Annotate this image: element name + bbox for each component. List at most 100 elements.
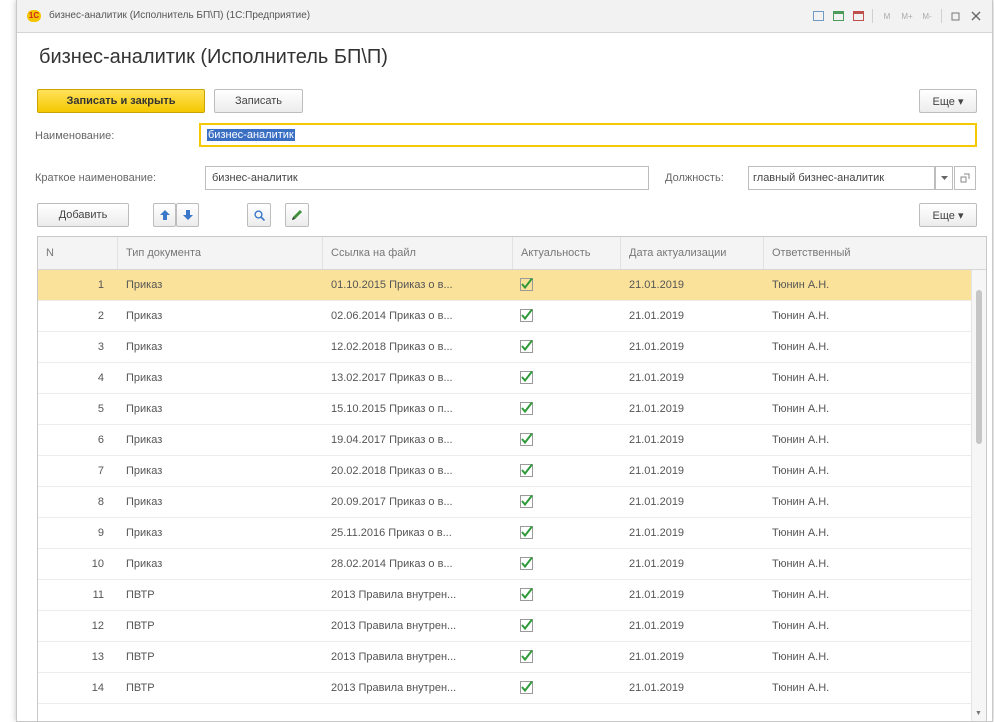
memory-m-icon[interactable]: M: [879, 9, 895, 23]
cell-date[interactable]: 21.01.2019: [621, 642, 764, 672]
cell-number[interactable]: 4: [38, 363, 110, 393]
checkbox-checked-icon[interactable]: [520, 433, 533, 446]
cell-doc-type[interactable]: Приказ: [118, 394, 323, 424]
column-header-file-link[interactable]: Ссылка на файл: [323, 237, 513, 269]
cell-date[interactable]: 21.01.2019: [621, 518, 764, 548]
table-row[interactable]: 4 Приказ 13.02.2017 Приказ о в... 21.01.201…: [38, 363, 986, 394]
cell-file-link[interactable]: 25.11.2016 Приказ о в...: [323, 518, 513, 548]
cell-responsible[interactable]: Тюнин А.Н.: [764, 642, 964, 672]
table-row[interactable]: 1 Приказ 01.10.2015 Приказ о в... 21.01.201…: [38, 270, 986, 301]
cell-doc-type[interactable]: Приказ: [118, 270, 323, 300]
cell-number[interactable]: 13: [38, 642, 110, 672]
cell-date[interactable]: 21.01.2019: [621, 425, 764, 455]
cell-responsible[interactable]: Тюнин А.Н.: [764, 456, 964, 486]
cell-number[interactable]: 12: [38, 611, 110, 641]
cell-file-link[interactable]: 15.10.2015 Приказ о п...: [323, 394, 513, 424]
table-row[interactable]: 13 ПВТР 2013 Правила внутрен... 21.01.2019 Т…: [38, 642, 986, 673]
memory-mplus-icon[interactable]: M+: [899, 9, 915, 23]
cell-date[interactable]: 21.01.2019: [621, 394, 764, 424]
cell-number[interactable]: 14: [38, 673, 110, 703]
cell-date[interactable]: 21.01.2019: [621, 549, 764, 579]
scroll-thumb[interactable]: [976, 290, 982, 444]
cell-responsible[interactable]: Тюнин А.Н.: [764, 580, 964, 610]
cell-file-link[interactable]: 28.02.2014 Приказ о в...: [323, 549, 513, 579]
cell-number[interactable]: 2: [38, 301, 110, 331]
cell-date[interactable]: 21.01.2019: [621, 673, 764, 703]
cell-number[interactable]: 9: [38, 518, 110, 548]
cell-file-link[interactable]: 2013 Правила внутрен...: [323, 642, 513, 672]
calendar-red-icon[interactable]: [850, 9, 866, 23]
table-row[interactable]: 7 Приказ 20.02.2018 Приказ о в... 21.01.201…: [38, 456, 986, 487]
cell-file-link[interactable]: 02.06.2014 Приказ о в...: [323, 301, 513, 331]
cell-date[interactable]: 21.01.2019: [621, 456, 764, 486]
cell-number[interactable]: 3: [38, 332, 110, 362]
cell-number[interactable]: 7: [38, 456, 110, 486]
checkbox-checked-icon[interactable]: [520, 402, 533, 415]
cell-number[interactable]: 1: [38, 270, 110, 300]
position-field[interactable]: главный бизнес-аналитик: [748, 166, 935, 190]
checkbox-checked-icon[interactable]: [520, 464, 533, 477]
column-header-doc-type[interactable]: Тип документа: [118, 237, 323, 269]
cell-responsible[interactable]: Тюнин А.Н.: [764, 301, 964, 331]
checkbox-checked-icon[interactable]: [520, 309, 533, 322]
table-row[interactable]: 10 Приказ 28.02.2014 Приказ о в... 21.01.20…: [38, 549, 986, 580]
cell-number[interactable]: 6: [38, 425, 110, 455]
short-name-field[interactable]: бизнес-аналитик: [205, 166, 649, 190]
checkbox-checked-icon[interactable]: [520, 588, 533, 601]
cell-doc-type[interactable]: ПВТР: [118, 642, 323, 672]
cell-responsible[interactable]: Тюнин А.Н.: [764, 332, 964, 362]
cell-doc-type[interactable]: ПВТР: [118, 673, 323, 703]
calendar-icon[interactable]: [830, 9, 846, 23]
restore-icon[interactable]: [948, 9, 964, 23]
name-field[interactable]: бизнес-аналитик: [199, 123, 977, 147]
column-header-n[interactable]: N: [38, 237, 118, 269]
cell-doc-type[interactable]: ПВТР: [118, 580, 323, 610]
cell-file-link[interactable]: 2013 Правила внутрен...: [323, 611, 513, 641]
cell-doc-type[interactable]: Приказ: [118, 425, 323, 455]
cell-file-link[interactable]: 20.02.2018 Приказ о в...: [323, 456, 513, 486]
document-icon[interactable]: [810, 9, 826, 23]
scroll-down-icon[interactable]: ▼: [975, 710, 982, 717]
cell-file-link[interactable]: 20.09.2017 Приказ о в...: [323, 487, 513, 517]
table-row[interactable]: 5 Приказ 15.10.2015 Приказ о п... 21.01.201…: [38, 394, 986, 425]
cell-file-link[interactable]: 19.04.2017 Приказ о в...: [323, 425, 513, 455]
cell-file-link[interactable]: 01.10.2015 Приказ о в...: [323, 270, 513, 300]
add-button[interactable]: Добавить: [37, 203, 129, 227]
table-row[interactable]: 14 ПВТР 2013 Правила внутрен... 21.01.2019 Т…: [38, 673, 986, 704]
cell-date[interactable]: 21.01.2019: [621, 580, 764, 610]
cell-date[interactable]: 21.01.2019: [621, 332, 764, 362]
checkbox-checked-icon[interactable]: [520, 495, 533, 508]
checkbox-checked-icon[interactable]: [520, 681, 533, 694]
cell-file-link[interactable]: 2013 Правила внутрен...: [323, 580, 513, 610]
cell-doc-type[interactable]: Приказ: [118, 487, 323, 517]
more-button[interactable]: Еще ▾: [919, 89, 977, 113]
column-header-responsible[interactable]: Ответственный: [764, 237, 974, 269]
position-dropdown-button[interactable]: [935, 166, 953, 190]
save-and-close-button[interactable]: Записать и закрыть: [37, 89, 205, 113]
cell-responsible[interactable]: Тюнин А.Н.: [764, 549, 964, 579]
cell-date[interactable]: 21.01.2019: [621, 270, 764, 300]
cell-responsible[interactable]: Тюнин А.Н.: [764, 425, 964, 455]
cell-date[interactable]: 21.01.2019: [621, 301, 764, 331]
move-up-button[interactable]: [153, 203, 176, 227]
vertical-scrollbar[interactable]: ▼: [971, 270, 986, 721]
cell-number[interactable]: 11: [38, 580, 110, 610]
search-button[interactable]: [247, 203, 271, 227]
cell-responsible[interactable]: Тюнин А.Н.: [764, 611, 964, 641]
table-row[interactable]: 6 Приказ 19.04.2017 Приказ о в... 21.01.201…: [38, 425, 986, 456]
column-header-actual[interactable]: Актуальность: [513, 237, 621, 269]
cell-doc-type[interactable]: ПВТР: [118, 611, 323, 641]
cell-doc-type[interactable]: Приказ: [118, 549, 323, 579]
cell-doc-type[interactable]: Приказ: [118, 518, 323, 548]
cell-responsible[interactable]: Тюнин А.Н.: [764, 518, 964, 548]
cell-doc-type[interactable]: Приказ: [118, 332, 323, 362]
table-row[interactable]: 8 Приказ 20.09.2017 Приказ о в... 21.01.201…: [38, 487, 986, 518]
cell-doc-type[interactable]: Приказ: [118, 363, 323, 393]
table-row[interactable]: 9 Приказ 25.11.2016 Приказ о в... 21.01.201…: [38, 518, 986, 549]
memory-mminus-icon[interactable]: M-: [919, 9, 935, 23]
cell-number[interactable]: 8: [38, 487, 110, 517]
table-more-button[interactable]: Еще ▾: [919, 203, 977, 227]
cell-number[interactable]: 5: [38, 394, 110, 424]
cell-file-link[interactable]: 2013 Правила внутрен...: [323, 673, 513, 703]
table-row[interactable]: 2 Приказ 02.06.2014 Приказ о в... 21.01.201…: [38, 301, 986, 332]
